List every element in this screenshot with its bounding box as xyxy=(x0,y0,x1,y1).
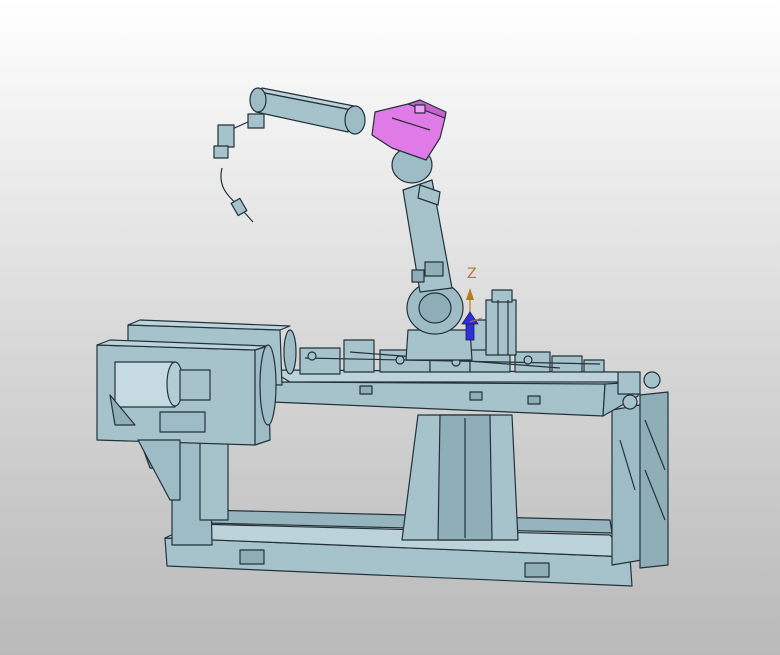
right-pillar xyxy=(611,404,643,566)
robot-base xyxy=(405,329,473,361)
cad-model-scene[interactable] xyxy=(0,0,780,655)
table-front xyxy=(271,381,606,417)
3d-viewport[interactable]: Z xyxy=(0,0,780,655)
faceplate xyxy=(259,344,277,426)
z-axis-label: Z xyxy=(467,266,477,282)
welding-robot[interactable] xyxy=(213,87,473,361)
motor-drum xyxy=(114,361,176,408)
z-axis-handle xyxy=(465,321,475,341)
welding-torch xyxy=(213,113,265,223)
